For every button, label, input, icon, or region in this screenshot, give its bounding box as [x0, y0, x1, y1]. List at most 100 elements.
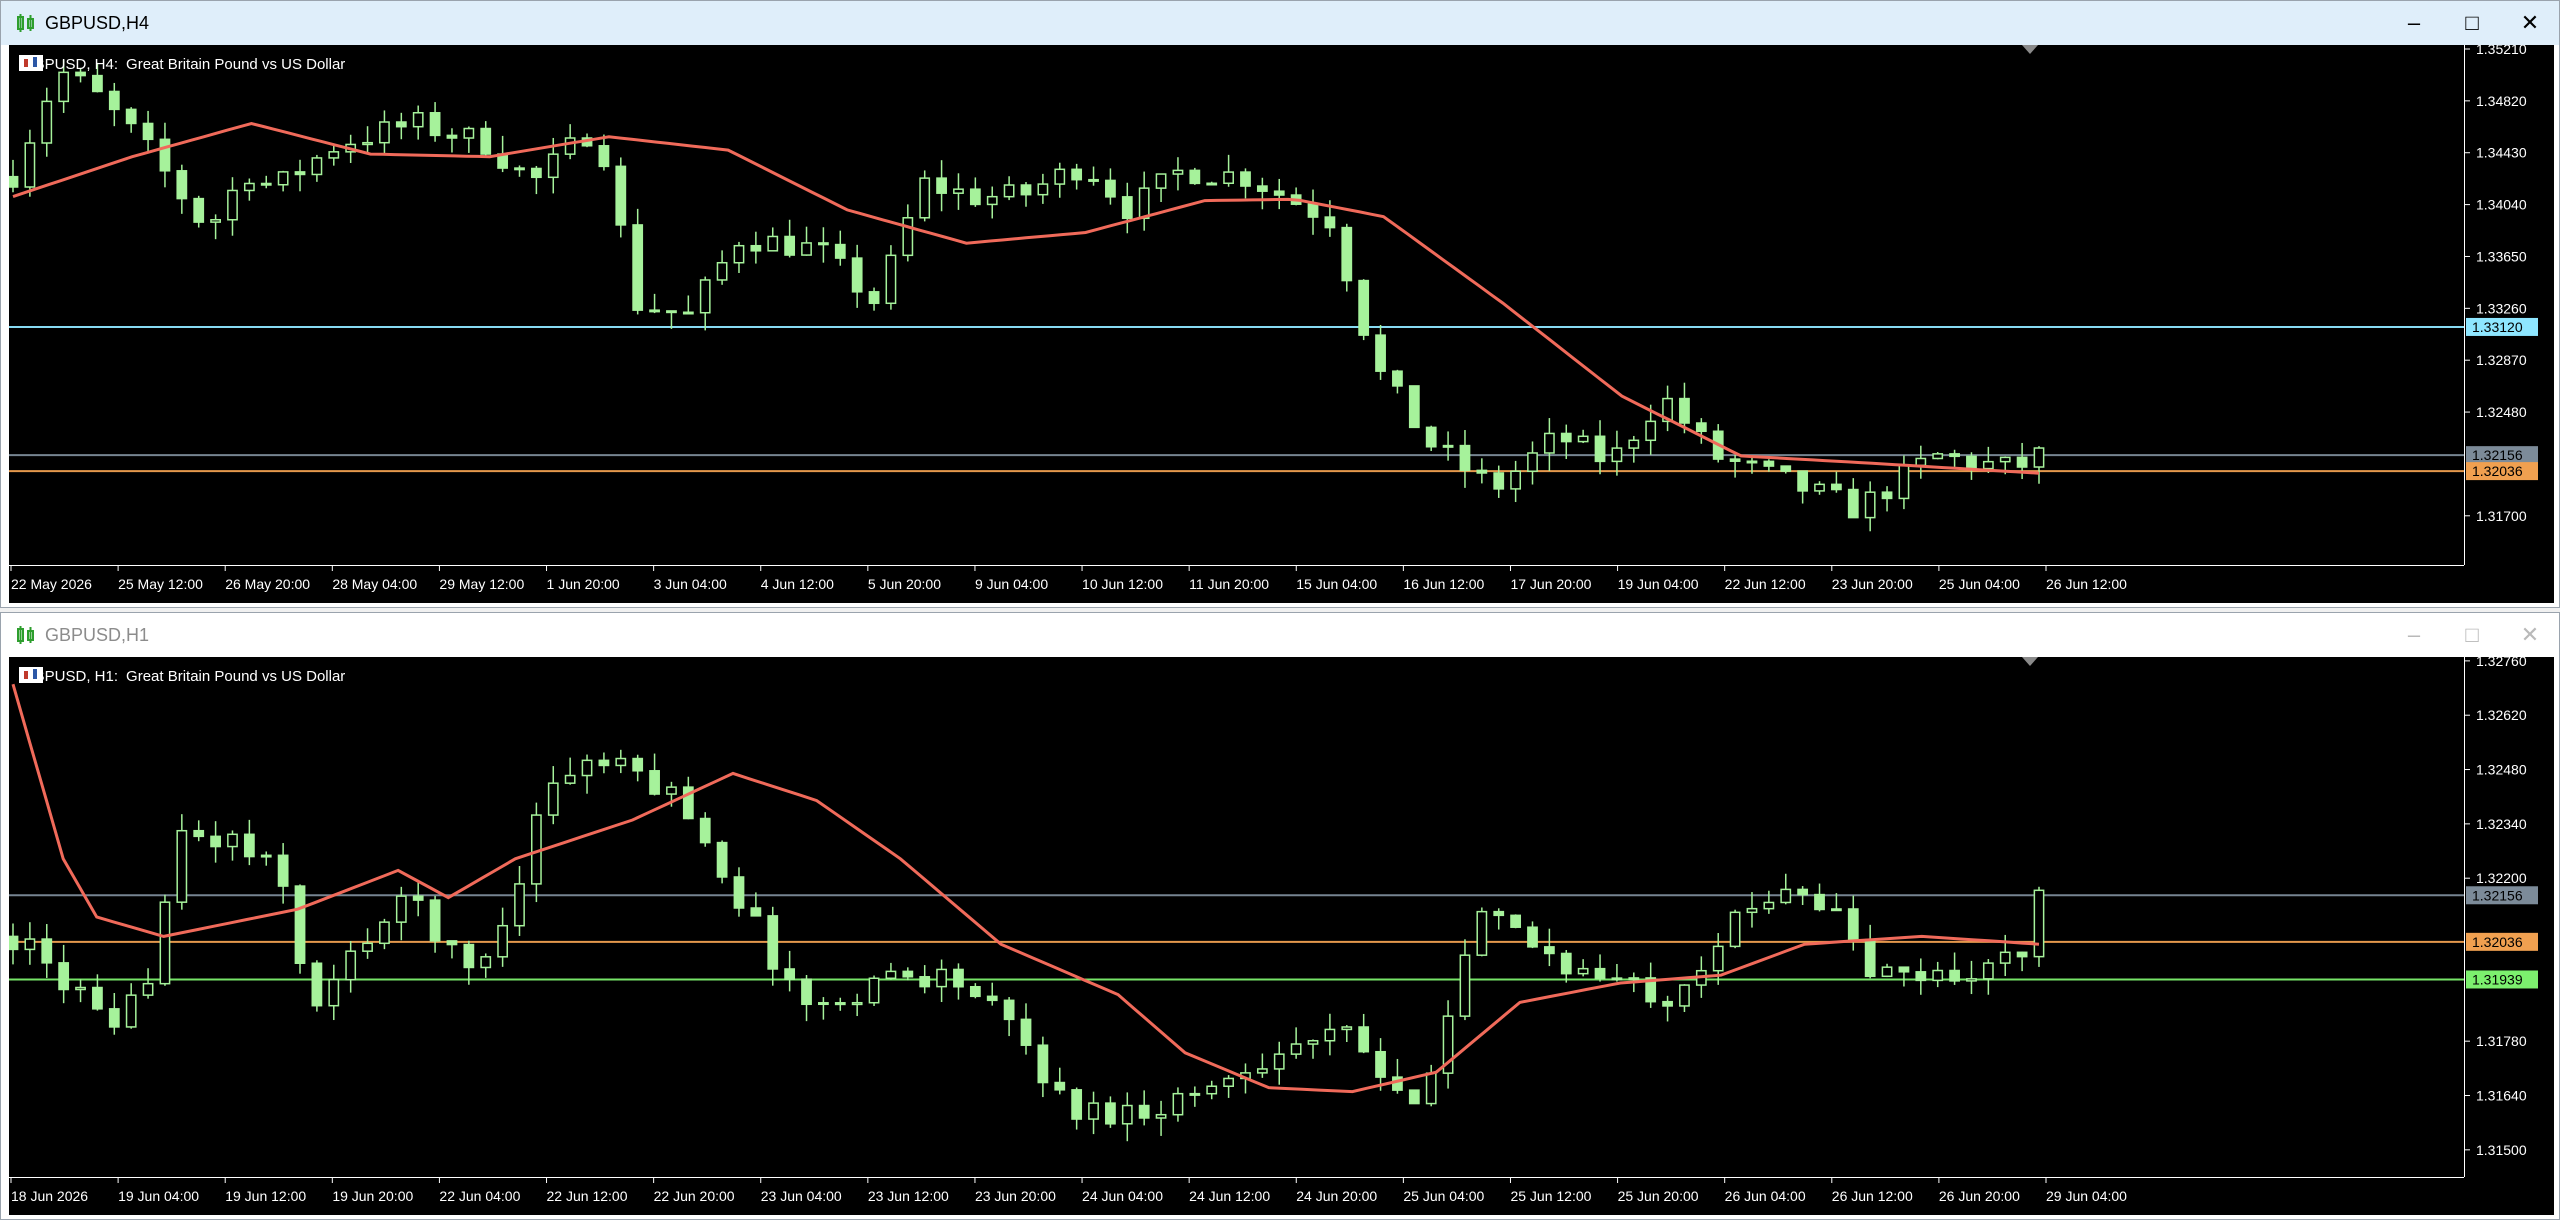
chart-area[interactable]: 1.35210 1.34820 1.34430 1.34040 1.33650 1.332… — [9, 45, 2554, 603]
candle-body — [1966, 978, 1977, 982]
time-axis-label: 22 Jun 20:00 — [654, 1188, 735, 1204]
candle-body — [1999, 456, 2011, 463]
close-button[interactable]: ✕ — [2501, 1, 2559, 45]
candle-body — [1375, 334, 1386, 372]
candle-body — [379, 121, 390, 144]
candle-body — [362, 141, 373, 146]
candle-body — [227, 189, 238, 221]
candle-body — [1189, 1092, 1201, 1096]
candle-body — [767, 915, 779, 970]
candle-body — [564, 137, 576, 155]
time-axis-label: 25 Jun 04:00 — [1939, 576, 2020, 592]
candle-body — [682, 311, 694, 315]
candle-body — [1932, 453, 1944, 460]
chart-window-h1[interactable]: GBPUSD,H1 – □ ✕ 1.32760 1.32620 1.32480 1.3… — [0, 612, 2560, 1220]
time-axis-label: 3 Jun 04:00 — [654, 576, 727, 592]
candle-body — [1847, 908, 1859, 941]
candle-body — [818, 242, 829, 246]
price-chart[interactable]: 1.35210 1.34820 1.34430 1.34040 1.33650 1.332… — [9, 45, 2554, 603]
candle-body — [311, 157, 323, 176]
candle-body — [1020, 1018, 1032, 1046]
chart-header: GBPUSD, H1: Great Britain Pound vs US Do… — [19, 667, 345, 685]
candle-body — [767, 235, 779, 252]
candle-body — [1729, 458, 1741, 462]
candle-body — [1898, 464, 1910, 500]
time-axis-label: 4 Jun 12:00 — [761, 576, 834, 592]
price-axis-label: 1.31780 — [2476, 1033, 2527, 1049]
candle-body — [2033, 447, 2045, 468]
candle-body — [716, 261, 728, 281]
candle-body — [1003, 999, 1015, 1021]
candle-body — [1358, 1026, 1370, 1053]
price-axis-label: 1.32480 — [2476, 404, 2527, 420]
chart-window-icon — [17, 626, 34, 644]
price-chart[interactable]: 1.32760 1.32620 1.32480 1.32340 1.32200 1.317… — [9, 657, 2554, 1215]
candle-body — [463, 127, 475, 139]
candle-body — [1543, 432, 1555, 454]
candle-body — [58, 71, 70, 103]
chart-window-h4[interactable]: GBPUSD,H4 – □ ✕ 1.35210 1.34820 1.34430 1.3… — [0, 0, 2560, 608]
time-axis-label: 22 Jun 12:00 — [1725, 576, 1806, 592]
maximize-button[interactable]: □ — [2443, 613, 2501, 657]
time-axis-label: 24 Jun 12:00 — [1189, 1188, 1270, 1204]
price-axis-label: 1.33650 — [2476, 248, 2527, 264]
price-axis-label: 1.34820 — [2476, 93, 2527, 109]
candle-body — [1054, 1081, 1066, 1091]
candle-body — [1679, 984, 1690, 1007]
candle-body — [345, 950, 357, 981]
chart-area[interactable]: 1.32760 1.32620 1.32480 1.32340 1.32200 1.317… — [9, 657, 2554, 1215]
candle-body — [480, 127, 492, 155]
candle-body — [1290, 1043, 1302, 1055]
price-axis-label: 1.32200 — [2476, 870, 2527, 886]
minimize-button[interactable]: – — [2385, 613, 2443, 657]
candle-body — [632, 757, 644, 772]
time-axis-label: 9 Jun 04:00 — [975, 576, 1048, 592]
candle-body — [1324, 1028, 1336, 1042]
time-axis-label: 25 Jun 04:00 — [1403, 1188, 1484, 1204]
candle-body — [412, 112, 424, 128]
candle-body — [1476, 910, 1488, 956]
candle-body — [1256, 1068, 1268, 1074]
chart-shift-marker[interactable] — [2022, 45, 2038, 54]
candle-body — [1577, 967, 1589, 975]
chart-shift-marker[interactable] — [2022, 657, 2038, 666]
price-tag-label: 1.32036 — [2472, 463, 2523, 479]
price-axis-label: 1.33260 — [2476, 300, 2527, 316]
candle-body — [92, 74, 103, 93]
candle-body — [1763, 901, 1775, 910]
candle-body — [1982, 460, 1994, 470]
candle-body — [1527, 452, 1538, 472]
candle-body — [1594, 435, 1606, 463]
time-axis-label: 24 Jun 20:00 — [1296, 1188, 1377, 1204]
candle-body — [446, 940, 458, 946]
candle-body — [395, 121, 407, 128]
candle-body — [142, 982, 154, 996]
candle-body — [1915, 971, 1927, 982]
time-axis-label: 26 Jun 12:00 — [2046, 576, 2127, 592]
candle-body — [1358, 279, 1370, 336]
time-axis-label: 23 Jun 20:00 — [975, 1188, 1056, 1204]
candle-body — [1273, 1053, 1285, 1070]
candle-body — [193, 197, 205, 223]
candle-body — [1729, 911, 1741, 948]
time-axis-label: 17 Jun 20:00 — [1510, 576, 1591, 592]
candle-body — [1543, 946, 1555, 955]
minimize-button[interactable]: – — [2385, 1, 2443, 45]
price-axis-label: 1.32620 — [2476, 707, 2527, 723]
candle-body — [1679, 397, 1690, 424]
time-axis-label: 22 Jun 04:00 — [439, 1188, 520, 1204]
maximize-button[interactable]: □ — [2443, 1, 2501, 45]
candle-body — [1121, 1104, 1133, 1125]
candle-body — [311, 962, 323, 1007]
candle-body — [868, 977, 880, 1004]
candle-body — [733, 876, 745, 909]
candle-body — [1628, 439, 1640, 449]
candle-body — [1982, 962, 1994, 980]
candle-body — [429, 112, 441, 137]
candle-body — [1392, 370, 1403, 387]
candle-body — [902, 217, 914, 257]
candle-body — [547, 153, 559, 179]
title-bar[interactable]: GBPUSD,H1 – □ ✕ — [1, 613, 2559, 657]
title-bar[interactable]: GBPUSD,H4 – □ ✕ — [1, 1, 2559, 45]
close-button[interactable]: ✕ — [2501, 613, 2559, 657]
